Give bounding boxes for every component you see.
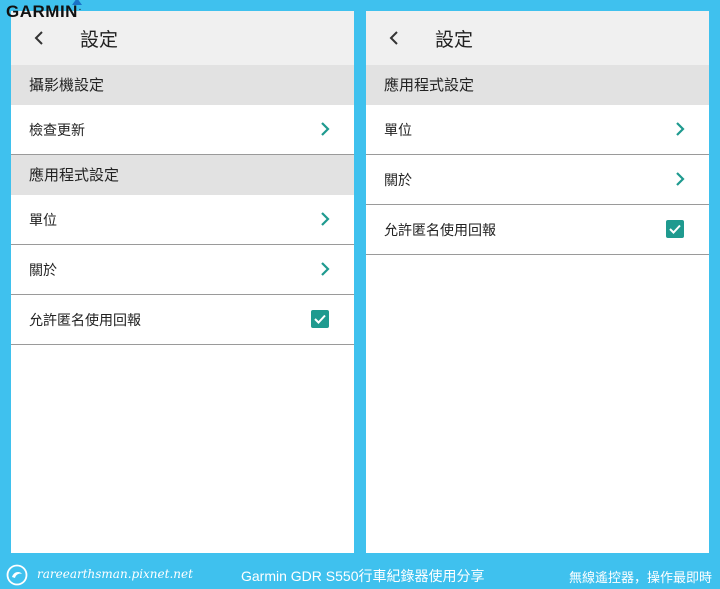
list-item-check-update[interactable]: 檢查更新 [11, 105, 354, 155]
checkmark-icon [314, 314, 326, 324]
list-item-label: 允許匿名使用回報 [384, 223, 496, 239]
section-header-camera: 攝影機設定 [11, 65, 354, 105]
site-url: rareearthsman.pixnet.net [37, 567, 193, 581]
logo-triangle-icon [72, 0, 82, 5]
list-item-label: 單位 [29, 213, 57, 229]
back-arrow-icon[interactable] [29, 27, 51, 49]
logo-mark: . [78, 5, 82, 13]
list-item-label: 允許匿名使用回報 [29, 313, 141, 329]
list-item-anonymous-report[interactable]: 允許匿名使用回報 [11, 295, 354, 345]
footer-title: Garmin GDR S550行車紀錄器使用分享 [241, 568, 485, 584]
list-item-about[interactable]: 關於 [366, 155, 709, 205]
site-logo-icon [6, 564, 28, 586]
left-settings-screen: 設定 攝影機設定 檢查更新 應用程式設定 單位 關於 允許匿名使用回報 [11, 11, 354, 553]
logo-text: GARMIN [6, 2, 78, 21]
list-item-units[interactable]: 單位 [366, 105, 709, 155]
list-item-label: 關於 [384, 173, 412, 189]
list-item-label: 單位 [384, 123, 412, 139]
app-bar: 設定 [366, 11, 709, 65]
chevron-right-icon [321, 212, 330, 226]
chevron-right-icon [676, 122, 685, 136]
section-header-app: 應用程式設定 [366, 65, 709, 105]
garmin-logo: GARMIN. [6, 0, 82, 22]
list-item-anonymous-report[interactable]: 允許匿名使用回報 [366, 205, 709, 255]
watermark-footer: rareearthsman.pixnet.net Garmin GDR S550… [0, 562, 720, 589]
page-title: 設定 [80, 29, 119, 51]
list-item-label: 檢查更新 [29, 123, 85, 139]
chevron-right-icon [321, 262, 330, 276]
section-header-app: 應用程式設定 [11, 155, 354, 195]
anonymous-report-checkbox[interactable] [311, 310, 329, 328]
chevron-right-icon [321, 122, 330, 136]
list-item-label: 關於 [29, 263, 57, 279]
list-item-units[interactable]: 單位 [11, 195, 354, 245]
checkmark-icon [669, 224, 681, 234]
list-item-about[interactable]: 關於 [11, 245, 354, 295]
footer-tagline: 無線遙控器，操作最即時 [568, 571, 712, 586]
chevron-right-icon [676, 172, 685, 186]
back-arrow-icon[interactable] [384, 27, 406, 49]
page-title: 設定 [435, 29, 474, 51]
anonymous-report-checkbox[interactable] [666, 220, 684, 238]
right-settings-screen: 設定 應用程式設定 單位 關於 允許匿名使用回報 [366, 11, 709, 553]
